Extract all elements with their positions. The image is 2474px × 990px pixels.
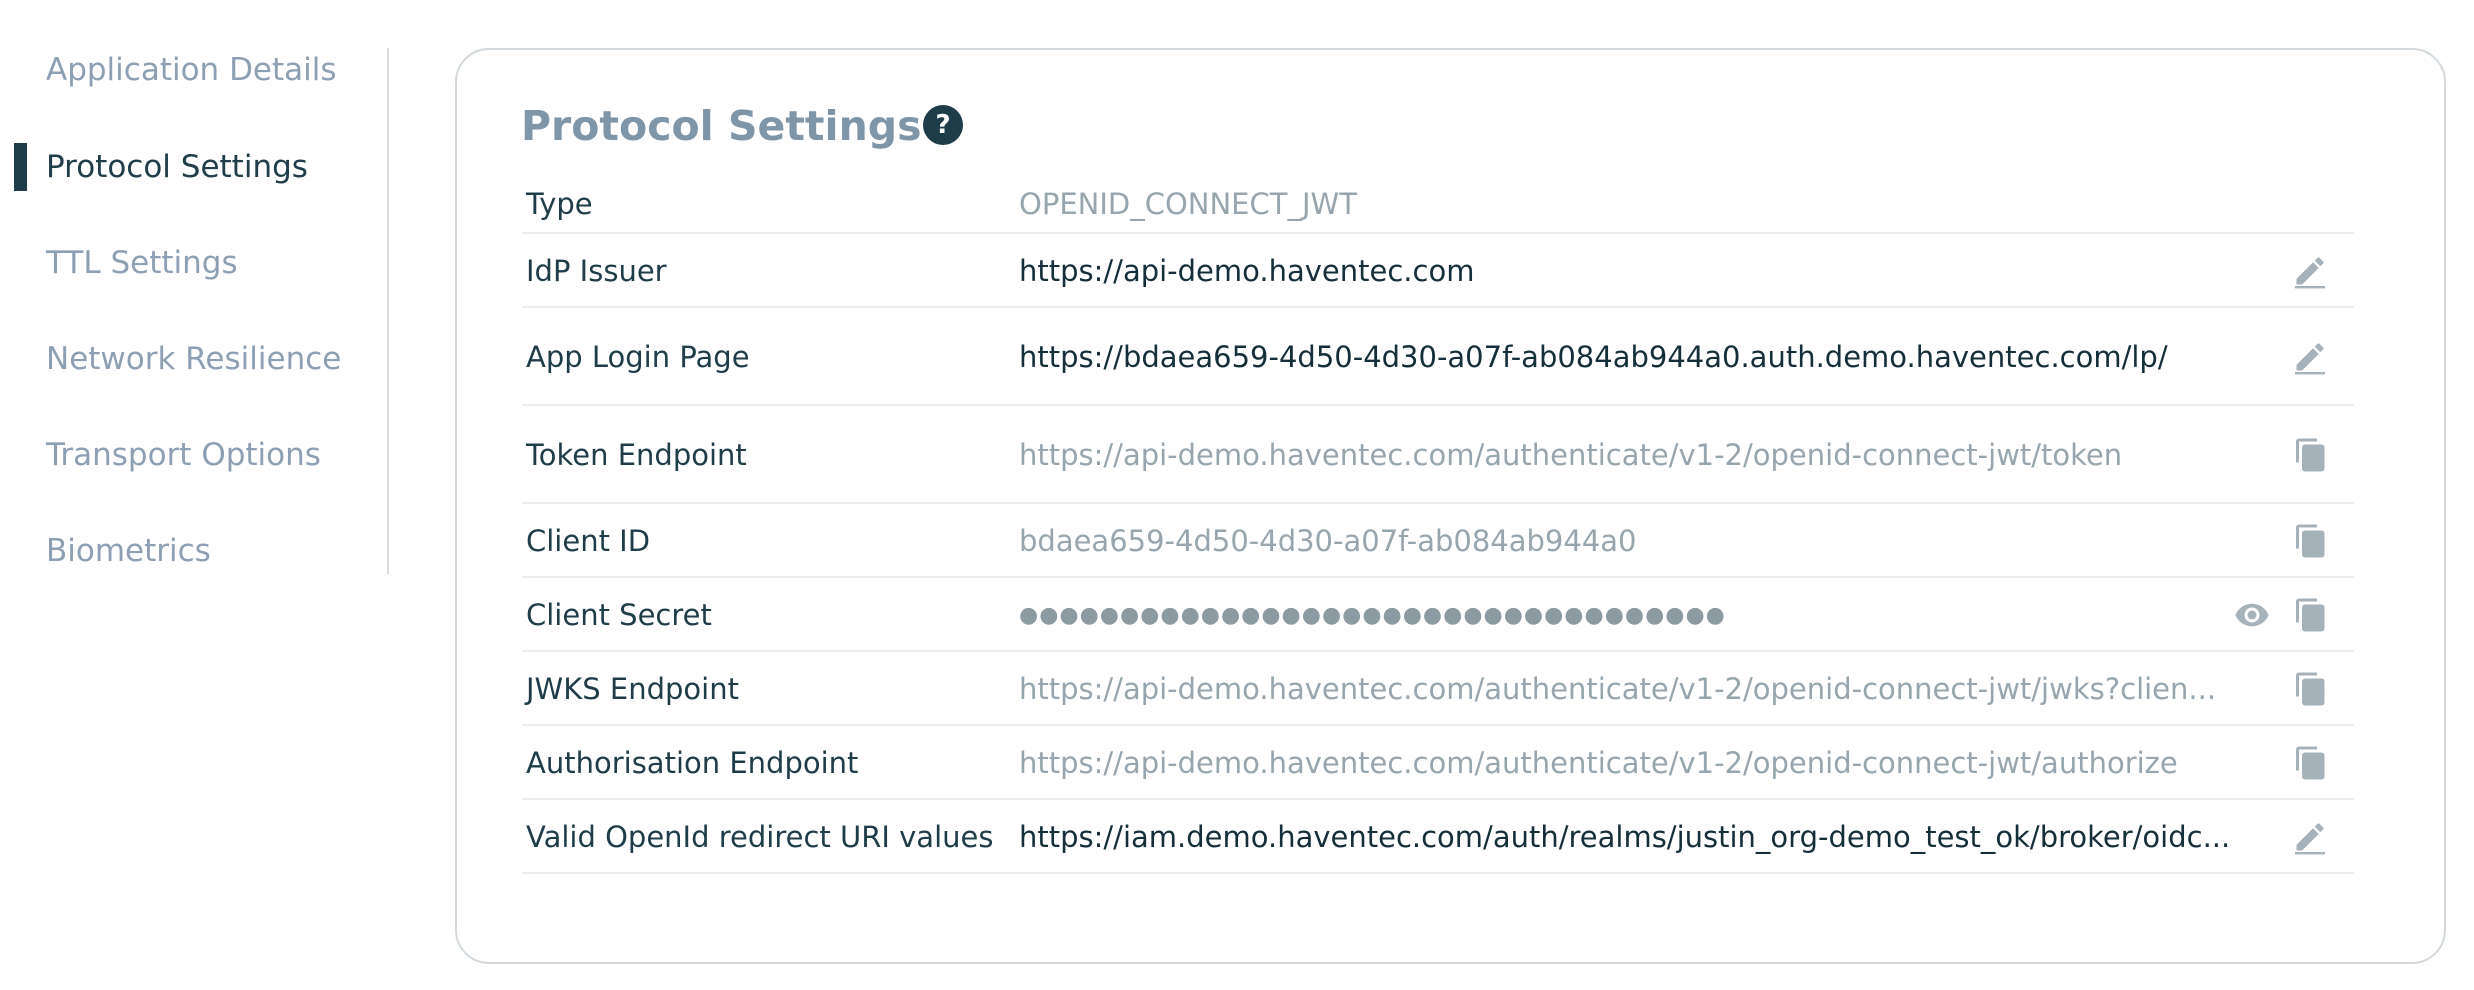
row-value: https://iam.demo.haventec.com/auth/realm… bbox=[1019, 820, 2231, 854]
row-value: https://api-demo.haventec.com/authentica… bbox=[1019, 438, 2123, 472]
copy-icon[interactable] bbox=[2291, 521, 2331, 561]
settings-row-token-endpoint: Token Endpoint https://api-demo.haventec… bbox=[522, 406, 2354, 504]
row-value: https://bdaea659-4d50-4d30-a07f-ab084ab9… bbox=[1019, 340, 2168, 374]
row-label: Authorisation Endpoint bbox=[526, 746, 859, 780]
sidebar-divider bbox=[387, 48, 389, 574]
sidebar-item-application-details[interactable]: Application Details bbox=[46, 40, 337, 100]
app-page: Application Details Protocol Settings TT… bbox=[0, 0, 2474, 990]
settings-row-idp-issuer: IdP Issuer https://api-demo.haventec.com bbox=[522, 234, 2354, 308]
row-value: OPENID_CONNECT_JWT bbox=[1019, 187, 1357, 221]
settings-row-authorisation-endpoint: Authorisation Endpoint https://api-demo.… bbox=[522, 726, 2354, 800]
row-label: App Login Page bbox=[526, 340, 750, 374]
settings-row-app-login-page: App Login Page https://bdaea659-4d50-4d3… bbox=[522, 308, 2354, 406]
sidebar-item-ttl-settings[interactable]: TTL Settings bbox=[46, 233, 238, 293]
row-label: IdP Issuer bbox=[526, 254, 667, 288]
sidebar-item-protocol-settings[interactable]: Protocol Settings bbox=[46, 137, 308, 197]
row-value: https://api-demo.haventec.com/authentica… bbox=[1019, 746, 2178, 780]
row-value: https://api-demo.haventec.com/authentica… bbox=[1019, 672, 2217, 706]
sidebar-item-biometrics[interactable]: Biometrics bbox=[46, 521, 211, 581]
protocol-settings-card: Protocol Settings ? Type OPENID_CONNECT_… bbox=[455, 48, 2446, 964]
sidebar-item-transport-options[interactable]: Transport Options bbox=[46, 425, 321, 485]
sidebar-nav: Application Details Protocol Settings TT… bbox=[0, 0, 390, 990]
row-divider bbox=[522, 872, 2354, 874]
active-item-indicator bbox=[14, 143, 27, 191]
edit-pencil-icon[interactable] bbox=[2290, 251, 2330, 291]
copy-icon[interactable] bbox=[2291, 595, 2331, 635]
edit-pencil-icon[interactable] bbox=[2290, 817, 2330, 857]
row-value: bdaea659-4d50-4d30-a07f-ab084ab944a0 bbox=[1019, 524, 1637, 558]
sidebar-item-network-resilience[interactable]: Network Resilience bbox=[46, 329, 341, 389]
eye-icon[interactable] bbox=[2232, 595, 2272, 635]
masked-secret-value: ●●●●●●●●●●●●●●●●●●●●●●●●●●●●●●●●●●● bbox=[1019, 602, 1726, 628]
edit-pencil-icon[interactable] bbox=[2290, 337, 2330, 377]
row-value: https://api-demo.haventec.com bbox=[1019, 254, 1475, 288]
copy-icon[interactable] bbox=[2291, 669, 2331, 709]
copy-icon[interactable] bbox=[2291, 743, 2331, 783]
settings-row-client-secret: Client Secret ●●●●●●●●●●●●●●●●●●●●●●●●●●… bbox=[522, 578, 2354, 652]
settings-table: Type OPENID_CONNECT_JWT IdP Issuer https… bbox=[522, 50, 2354, 966]
row-label: Type bbox=[526, 187, 593, 221]
settings-row-redirect-uris: Valid OpenId redirect URI values https:/… bbox=[522, 800, 2354, 874]
copy-icon[interactable] bbox=[2291, 435, 2331, 475]
row-label: JWKS Endpoint bbox=[526, 672, 739, 706]
settings-row-jwks-endpoint: JWKS Endpoint https://api-demo.haventec.… bbox=[522, 652, 2354, 726]
settings-row-client-id: Client ID bdaea659-4d50-4d30-a07f-ab084a… bbox=[522, 504, 2354, 578]
row-label: Client ID bbox=[526, 524, 651, 558]
row-label: Token Endpoint bbox=[526, 438, 747, 472]
settings-row-type: Type OPENID_CONNECT_JWT bbox=[522, 174, 2354, 234]
row-label: Valid OpenId redirect URI values bbox=[526, 820, 994, 854]
row-label: Client Secret bbox=[526, 598, 712, 632]
